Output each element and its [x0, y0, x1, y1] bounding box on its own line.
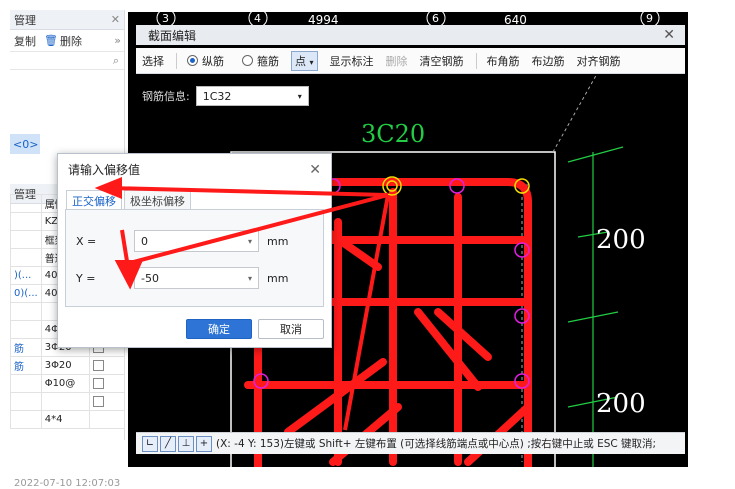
select-button[interactable]: 选择: [142, 53, 164, 69]
longitudinal-radio[interactable]: 纵筋: [187, 53, 224, 69]
row-value: 4*4: [40, 410, 90, 429]
table-row[interactable]: Φ10@: [10, 374, 126, 393]
section-toolbar: 选择 纵筋 箍筋 点 ▾ 显示标注 删除 清空钢筋 布角筋 布边筋 对齐钢筋: [136, 48, 685, 74]
perpendicular-icon[interactable]: ⊥: [178, 435, 194, 452]
search-icon: ⌕: [112, 54, 119, 67]
y-offset-input[interactable]: -50 ▾: [134, 267, 259, 289]
row-key: [10, 212, 42, 231]
row-check-cell: [88, 410, 126, 429]
offset-dialog: 请输入偏移值 ✕ 正交偏移 极坐标偏移 X = 0 ▾ mm Y = -50 ▾…: [57, 153, 332, 348]
edge-rebar-button[interactable]: 布边筋: [532, 53, 565, 69]
ok-button[interactable]: 确定: [186, 319, 252, 339]
chevron-down-icon: ▾: [309, 57, 314, 67]
panel-header: 管理 ✕: [10, 10, 124, 30]
row-value: 3Φ20: [40, 356, 90, 375]
clear-rebar-button[interactable]: 清空钢筋: [420, 53, 464, 69]
x-unit: mm: [267, 235, 289, 248]
rebar-info-label: 钢筋信息:: [142, 90, 190, 103]
toolbar-divider: [475, 52, 477, 69]
y-label: Y =: [76, 272, 96, 285]
section-edit-titlebar: 截面编辑 ✕: [136, 25, 685, 45]
row-key: [10, 248, 42, 267]
timestamp: 2022-07-10 12:07:03: [14, 478, 121, 489]
row-key: [10, 194, 42, 213]
chevron-down-icon: ▾: [247, 273, 252, 283]
chevron-down-icon: ▾: [297, 91, 302, 101]
row-value: Φ10@: [40, 374, 90, 393]
align-rebar-button[interactable]: 对齐钢筋: [577, 53, 621, 69]
toolbar-divider: [176, 52, 177, 69]
rebar-label-3c20: 3C20: [361, 120, 425, 148]
radio-checked-icon: [187, 55, 198, 66]
status-bar: ∟ ╱ ⊥ + (X: -4 Y: 153)左键或 Shift+ 左键布置 (可…: [136, 432, 685, 454]
row-key: )(...: [10, 266, 42, 285]
rebar-info: 钢筋信息: 1C32 ▾: [142, 86, 309, 106]
table-row[interactable]: 4*4: [10, 410, 126, 429]
row-check-cell: [88, 392, 126, 411]
row-key: [10, 230, 42, 249]
delete-button[interactable]: 🗑 删除: [44, 33, 82, 49]
tab-ortho-offset[interactable]: 正交偏移: [66, 190, 122, 210]
dimension-200-top: 200: [596, 225, 646, 255]
ortho-icon[interactable]: ∟: [142, 435, 158, 452]
axis-label-9: 9: [646, 12, 653, 25]
row-key: [10, 320, 42, 339]
row-key: [10, 374, 42, 393]
line-icon[interactable]: ╱: [160, 435, 176, 452]
checkbox[interactable]: [92, 359, 104, 371]
copy-button[interactable]: 复制: [14, 33, 36, 49]
trash-icon: 🗑: [44, 34, 58, 47]
point-mode-select[interactable]: 点 ▾: [291, 50, 318, 71]
axis-label-6: 6: [432, 12, 439, 25]
row-key: 0)(...: [10, 284, 42, 303]
tab-polar-offset[interactable]: 极坐标偏移: [124, 190, 191, 210]
row-check-cell: [88, 356, 126, 375]
search-box[interactable]: ⌕: [10, 52, 124, 70]
axis-label-3: 3: [162, 12, 169, 25]
panel-header-label: 管理: [14, 13, 36, 27]
delete-rebar-button[interactable]: 删除: [386, 53, 408, 69]
corner-rebar-button[interactable]: 布角筋: [487, 53, 520, 69]
row-check-cell: [88, 374, 126, 393]
checkbox[interactable]: [92, 377, 104, 389]
close-icon[interactable]: ✕: [663, 27, 675, 43]
table-row[interactable]: 筋3Φ20: [10, 356, 126, 375]
row-value: [40, 392, 90, 411]
row-key: [10, 392, 42, 411]
y-unit: mm: [267, 272, 289, 285]
selected-component[interactable]: <0>: [10, 134, 40, 154]
row-key: 筋: [10, 356, 42, 375]
row-key: [10, 410, 42, 429]
row-key: 筋: [10, 338, 42, 357]
more-icon[interactable]: »: [114, 34, 121, 47]
dimension-200-bottom: 200: [596, 389, 646, 419]
close-icon[interactable]: ✕: [111, 13, 120, 26]
dialog-title: 请输入偏移值: [58, 154, 331, 184]
x-label: X =: [76, 235, 97, 248]
section-edit-title: 截面编辑: [148, 28, 197, 43]
rebar-info-select[interactable]: 1C32 ▾: [195, 86, 309, 106]
offset-icon[interactable]: +: [196, 435, 212, 452]
axis-label-4: 4: [254, 12, 261, 25]
chevron-down-icon: ▾: [247, 236, 252, 246]
cancel-button[interactable]: 取消: [258, 319, 324, 339]
checkbox[interactable]: [92, 395, 104, 407]
show-dims-button[interactable]: 显示标注: [330, 53, 374, 69]
dialog-body: X = 0 ▾ mm Y = -50 ▾ mm: [65, 209, 324, 307]
guide-line-diag: [552, 71, 599, 153]
row-key: [10, 302, 42, 321]
status-text: (X: -4 Y: 153)左键或 Shift+ 左键布置 (可选择线筋端点或中…: [216, 438, 657, 450]
x-offset-input[interactable]: 0 ▾: [134, 230, 259, 252]
close-icon[interactable]: ✕: [309, 162, 321, 178]
table-row[interactable]: [10, 392, 126, 411]
stirrup-radio[interactable]: 箍筋: [242, 53, 279, 69]
radio-unchecked-icon: [242, 55, 253, 66]
